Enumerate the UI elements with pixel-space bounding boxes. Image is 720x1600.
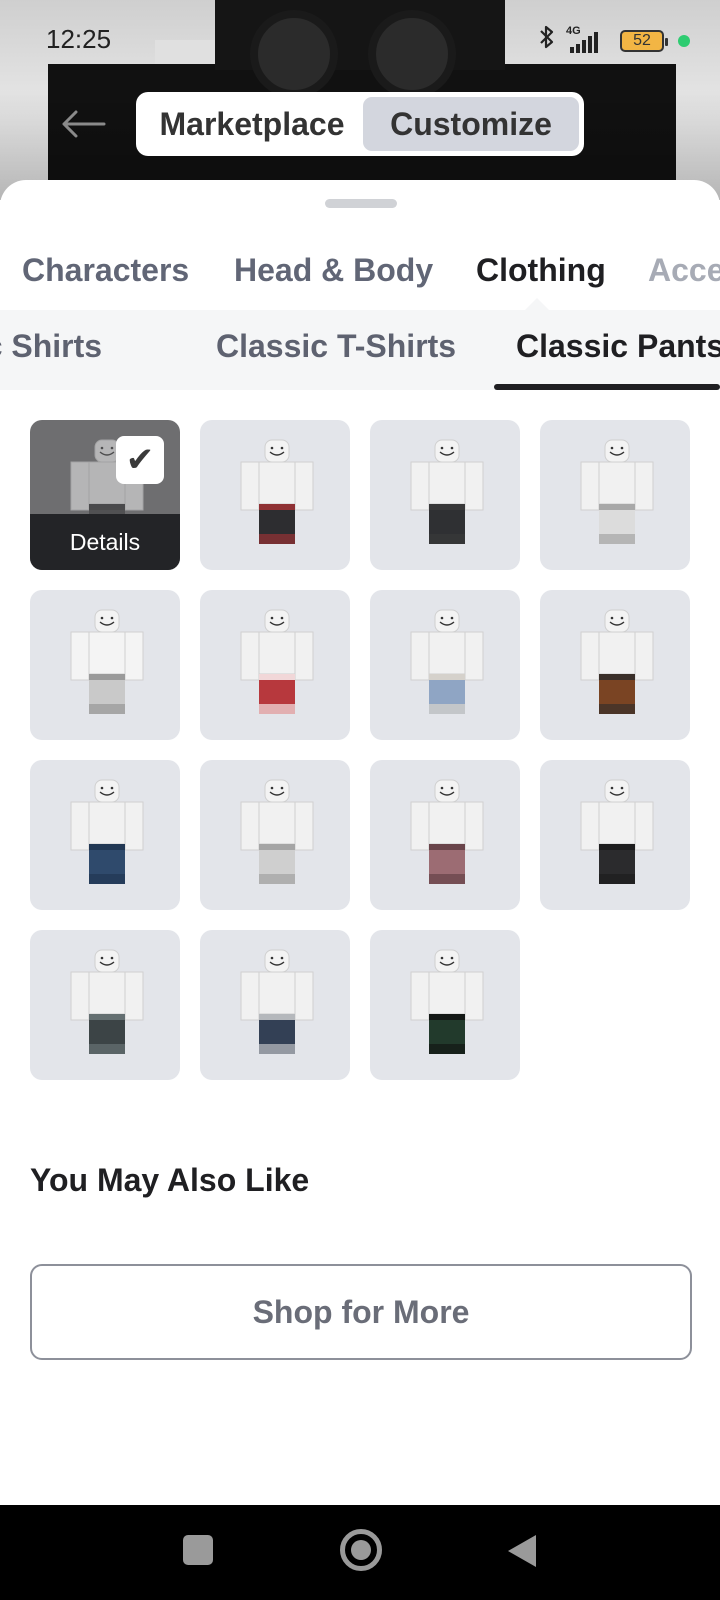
battery-icon: 52	[620, 29, 668, 52]
recents-icon[interactable]	[183, 1535, 213, 1565]
subtab-classic-shirts[interactable]: sic Shirts	[0, 328, 102, 365]
subcategory-tabs: sic Shirts Classic T-Shirts Classic Pant…	[0, 310, 720, 390]
clothing-item-card[interactable]	[200, 420, 350, 570]
status-time: 12:25	[46, 24, 112, 54]
avatar-thumbnail-icon	[580, 439, 654, 544]
customize-sheet: Characters Head & Body Clothing Acce sic…	[0, 180, 720, 1505]
home-icon[interactable]	[340, 1529, 382, 1571]
avatar-thumbnail-icon	[580, 779, 654, 884]
avatar-thumbnail-icon	[410, 439, 484, 544]
marketplace-tab[interactable]: Marketplace	[141, 97, 363, 151]
item-grid: ✔ Details	[30, 420, 690, 1080]
avatar-thumbnail-icon	[410, 779, 484, 884]
tab-accessories[interactable]: Acce	[648, 252, 720, 289]
avatar-thumbnail-icon	[240, 779, 314, 884]
clothing-item-card[interactable]	[370, 420, 520, 570]
clothing-item-card[interactable]	[30, 760, 180, 910]
category-tabs: Characters Head & Body Clothing Acce	[0, 252, 720, 306]
clothing-item-card[interactable]	[540, 760, 690, 910]
avatar-thumbnail-icon	[70, 609, 144, 714]
subtab-classic-tshirts[interactable]: Classic T-Shirts	[216, 328, 456, 365]
avatar-thumbnail-icon	[240, 949, 314, 1054]
clothing-item-card[interactable]	[370, 930, 520, 1080]
clothing-item-card[interactable]: ✔ Details	[30, 420, 180, 570]
network-type: 4G	[566, 24, 581, 37]
clothing-item-card[interactable]	[30, 930, 180, 1080]
back-arrow-icon[interactable]	[60, 104, 106, 144]
details-button[interactable]: Details	[30, 514, 180, 570]
battery-level: 52	[633, 31, 651, 49]
checkmark-icon[interactable]: ✔	[116, 436, 164, 484]
avatar-thumbnail-icon	[240, 439, 314, 544]
subtab-classic-pants[interactable]: Classic Pants	[516, 328, 720, 365]
back-icon[interactable]	[508, 1535, 536, 1567]
mode-switcher: Marketplace Customize	[136, 92, 584, 156]
clothing-item-card[interactable]	[200, 760, 350, 910]
tab-clothing[interactable]: Clothing	[476, 252, 606, 289]
avatar-thumbnail-icon	[580, 609, 654, 714]
clothing-item-card[interactable]	[200, 590, 350, 740]
clothing-item-card[interactable]	[30, 590, 180, 740]
clothing-item-card[interactable]	[370, 590, 520, 740]
customize-tab[interactable]: Customize	[363, 97, 579, 151]
clothing-item-card[interactable]	[540, 420, 690, 570]
bluetooth-icon	[536, 24, 558, 57]
avatar-thumbnail-icon	[410, 949, 484, 1054]
active-tab-caret-icon	[525, 298, 549, 310]
shop-for-more-button[interactable]: Shop for More	[30, 1264, 692, 1360]
signal-icon: 4G	[566, 25, 612, 53]
clothing-item-card[interactable]	[370, 760, 520, 910]
status-bar: 12:25 4G 52	[0, 0, 720, 76]
avatar-thumbnail-icon	[240, 609, 314, 714]
sheet-drag-handle[interactable]	[325, 199, 397, 208]
green-dot-icon	[678, 34, 690, 47]
clothing-item-card[interactable]	[200, 930, 350, 1080]
active-subtab-indicator	[494, 384, 720, 390]
system-nav-bar	[0, 1505, 720, 1600]
status-icons: 4G 52	[536, 24, 690, 57]
clothing-item-card[interactable]	[540, 590, 690, 740]
avatar-thumbnail-icon	[70, 949, 144, 1054]
tab-head-body[interactable]: Head & Body	[234, 252, 433, 289]
avatar-thumbnail-icon	[410, 609, 484, 714]
you-may-also-like-heading: You May Also Like	[30, 1162, 310, 1198]
tab-characters[interactable]: Characters	[22, 252, 189, 289]
avatar-thumbnail-icon	[70, 779, 144, 884]
